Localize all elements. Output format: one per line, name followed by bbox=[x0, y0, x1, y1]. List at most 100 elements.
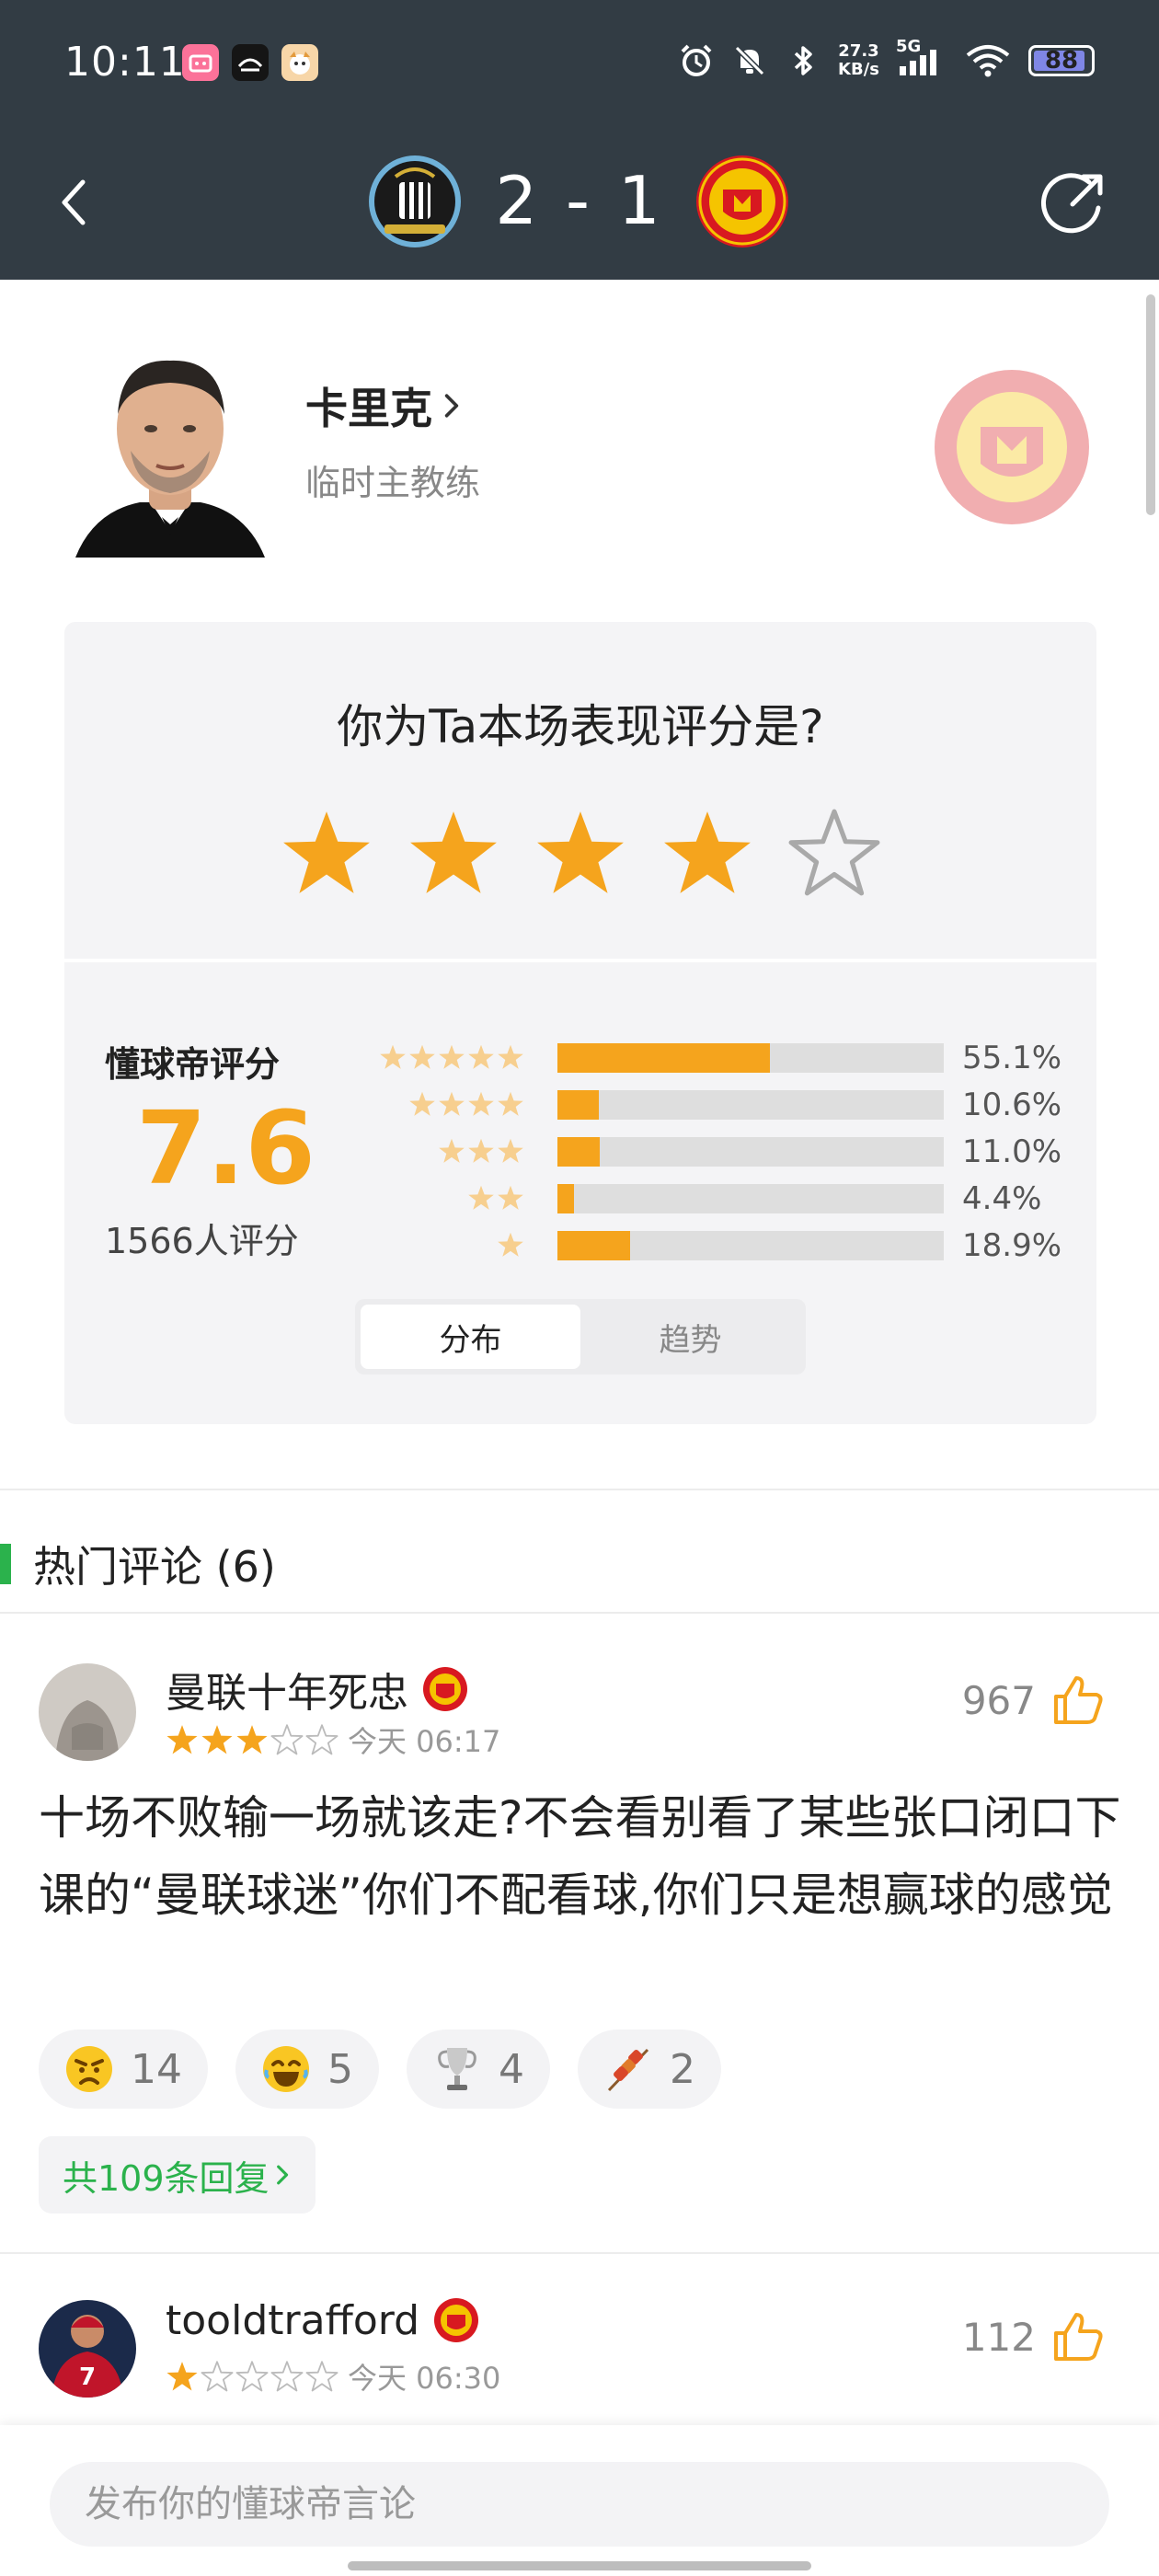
status-time: 10:11 bbox=[64, 39, 186, 86]
svg-text:7: 7 bbox=[79, 2363, 96, 2391]
mute-bell-icon bbox=[731, 42, 768, 79]
reaction-angry[interactable]: 14 bbox=[39, 2030, 208, 2109]
distribution-toggle: 分布 趋势 bbox=[355, 1299, 806, 1374]
reaction-skewer[interactable]: 2 bbox=[578, 2030, 721, 2109]
reaction-count: 14 bbox=[131, 2045, 182, 2093]
star-filled-icon[interactable] bbox=[534, 806, 627, 900]
network-type-label: 5G bbox=[896, 37, 922, 56]
trophy-icon bbox=[430, 2042, 484, 2096]
bluetooth-icon bbox=[785, 42, 821, 79]
share-button[interactable] bbox=[1030, 158, 1119, 247]
star-icon bbox=[468, 1044, 494, 1069]
distribution-bar-track bbox=[557, 1137, 944, 1167]
star-icon bbox=[468, 1138, 494, 1163]
star-empty-icon bbox=[201, 2361, 234, 2392]
page-scrollbar[interactable] bbox=[1146, 294, 1155, 515]
back-button[interactable] bbox=[46, 166, 101, 239]
reaction-count: 4 bbox=[499, 2045, 524, 2093]
distribution-bar bbox=[557, 1090, 599, 1120]
chevron-left-icon bbox=[62, 179, 86, 225]
distribution-row: 11.0% bbox=[377, 1128, 1076, 1175]
star-icon bbox=[409, 1044, 435, 1069]
comment-time: 今天 06:30 bbox=[348, 2361, 501, 2396]
star-filled-icon[interactable] bbox=[660, 806, 754, 900]
match-bar: 2 - 1 bbox=[0, 125, 1159, 280]
star-icon bbox=[409, 1091, 435, 1116]
cellular-signal-icon: 5G bbox=[896, 37, 947, 79]
like-button[interactable]: 967 bbox=[962, 1673, 1106, 1728]
star-filled-icon[interactable] bbox=[280, 806, 373, 900]
replies-label: 共109条回复 bbox=[63, 2157, 270, 2199]
avatar[interactable] bbox=[39, 1663, 136, 1761]
manchester-united-crest-icon bbox=[935, 370, 1089, 524]
star-icon bbox=[498, 1044, 523, 1069]
coach-photo[interactable] bbox=[66, 340, 274, 558]
username[interactable]: 曼联十年死忠 bbox=[166, 1660, 408, 1719]
distribution-percent: 4.4% bbox=[962, 1180, 1042, 1217]
like-button[interactable]: 112 bbox=[962, 2309, 1106, 2364]
home-team-crest[interactable] bbox=[364, 151, 465, 252]
username[interactable]: tooldtrafford bbox=[166, 2297, 419, 2344]
away-team-crest[interactable] bbox=[692, 151, 793, 252]
section-title: 热门评论 (6) bbox=[33, 1542, 276, 1592]
coach-role: 临时主教练 bbox=[305, 463, 481, 503]
reaction-laugh[interactable]: 5 bbox=[235, 2030, 379, 2109]
distribution-bar bbox=[557, 1043, 771, 1073]
star-icon bbox=[439, 1091, 465, 1116]
angry-face-icon bbox=[63, 2042, 116, 2096]
distribution-percent: 10.6% bbox=[962, 1087, 1062, 1123]
avatar[interactable]: 7 bbox=[39, 2300, 136, 2398]
coach-name-link[interactable]: 卡里克 bbox=[305, 375, 462, 436]
reaction-count: 2 bbox=[670, 2045, 695, 2093]
distribution-row: 18.9% bbox=[377, 1222, 1076, 1269]
rating-count: 1566人评分 bbox=[105, 1221, 299, 1261]
score-label: 懂球帝评分 bbox=[105, 1044, 281, 1085]
star-filled-icon bbox=[201, 1725, 233, 1754]
comment-item: 7 tooldtrafford 今天 06:30 112 bbox=[0, 2252, 1159, 2425]
comment-item: 曼联十年死忠 今天 06:17 967 十场不败输一场就该走?不会看别看了某些张… bbox=[0, 1612, 1159, 2252]
distribution-stars bbox=[467, 1184, 524, 1212]
comment-username-row: tooldtrafford bbox=[166, 2296, 480, 2344]
comment-username-row: 曼联十年死忠 bbox=[166, 1660, 469, 1719]
distribution-bar bbox=[557, 1137, 601, 1167]
view-replies-button[interactable]: 共109条回复 bbox=[39, 2136, 316, 2214]
status-icons: 27.3 KB/s 5G 88 bbox=[678, 37, 1095, 85]
skewer-icon bbox=[602, 2042, 655, 2096]
distribution-stars bbox=[408, 1090, 524, 1118]
comment-rating-stars bbox=[166, 1723, 339, 1756]
battery-indicator: 88 bbox=[1028, 45, 1095, 76]
reaction-trophy[interactable]: 4 bbox=[407, 2030, 550, 2109]
reaction-count: 5 bbox=[327, 2045, 353, 2093]
comment-composer bbox=[0, 2425, 1159, 2576]
manchester-united-badge-icon bbox=[434, 2298, 479, 2342]
divider bbox=[0, 1489, 1159, 1490]
network-speed: 27.3 KB/s bbox=[838, 41, 879, 79]
header: 10:11 27.3 KB/s 5G 88 2 - 1 bbox=[0, 0, 1159, 280]
star-icon bbox=[498, 1091, 523, 1116]
rating-card: 你为Ta本场表现评分是? 懂球帝评分 7.6 1566人评分 55.1% 10.6… bbox=[64, 622, 1096, 1424]
distribution-bar-track bbox=[557, 1184, 944, 1213]
star-icon bbox=[468, 1185, 494, 1210]
average-score: 7.6 bbox=[136, 1089, 316, 1207]
comment-meta: 今天 06:30 bbox=[166, 2355, 500, 2398]
bilibili-app-icon bbox=[182, 44, 219, 81]
home-indicator[interactable] bbox=[348, 2561, 811, 2570]
comment-time: 今天 06:17 bbox=[348, 1724, 501, 1759]
star-filled-icon[interactable] bbox=[407, 806, 500, 900]
like-count: 967 bbox=[961, 1677, 1036, 1723]
manchester-united-crest-icon bbox=[696, 155, 788, 247]
distribution-percent: 18.9% bbox=[962, 1227, 1062, 1264]
distribution-row: 4.4% bbox=[377, 1175, 1076, 1222]
comment-text: 十场不败输一场就该走?不会看别看了某些张口闭口下课的“曼联球迷”你们不配看球,你… bbox=[39, 1791, 1121, 1922]
star-empty-icon bbox=[305, 2361, 339, 2392]
tab-distribution[interactable]: 分布 bbox=[361, 1305, 580, 1369]
hot-comments-header: 热门评论 (6) bbox=[0, 1516, 1159, 1612]
star-icon bbox=[439, 1138, 465, 1163]
user-rating-stars[interactable] bbox=[64, 806, 1096, 900]
distribution-bar bbox=[557, 1231, 631, 1260]
tab-trend[interactable]: 趋势 bbox=[580, 1305, 800, 1369]
comment-rating-stars bbox=[166, 2360, 339, 2393]
comment-input[interactable] bbox=[50, 2462, 1109, 2547]
rating-distribution: 55.1% 10.6% 11.0% 4.4% 18.9% bbox=[377, 1034, 1076, 1269]
star-empty-icon[interactable] bbox=[787, 806, 881, 900]
